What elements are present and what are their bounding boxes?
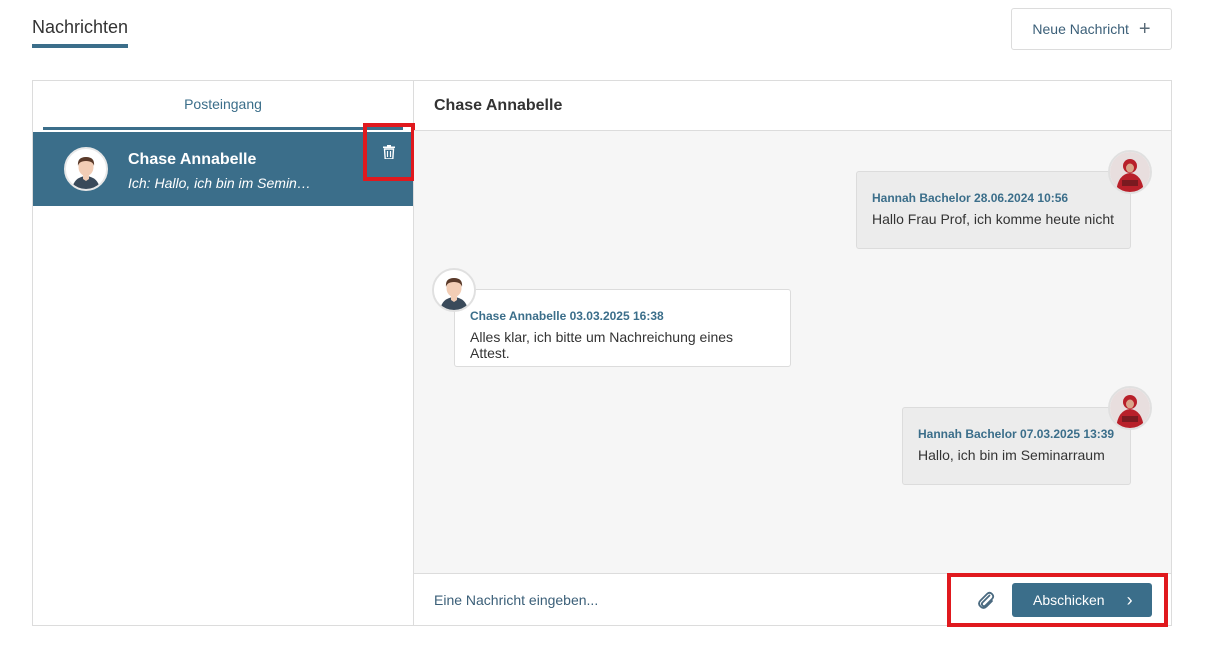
message-meta: Chase Annabelle 03.03.2025 16:38 — [470, 309, 664, 323]
page-title-underline — [32, 44, 128, 48]
send-label: Abschicken — [1033, 592, 1105, 608]
compose-actions: Abschicken › — [947, 573, 1168, 627]
conversation-item[interactable]: Chase Annabelle Ich: Hallo, ich bin im S… — [33, 132, 413, 206]
new-message-label: Neue Nachricht — [1032, 21, 1129, 37]
message-list: Hannah Bachelor 28.06.2024 10:56 Hallo F… — [414, 131, 1171, 573]
message-meta: Hannah Bachelor 07.03.2025 13:39 — [918, 427, 1115, 441]
user-photo-avatar — [1108, 386, 1152, 430]
message-text: Hallo, ich bin im Seminarraum — [918, 447, 1105, 463]
conversation-preview: Ich: Hallo, ich bin im Semin… — [128, 175, 311, 191]
chat-header-name: Chase Annabelle — [414, 81, 1171, 131]
paperclip-icon — [978, 591, 995, 609]
inbox-panel: Posteingang Chase Annabelle Ich: Hallo, … — [33, 81, 415, 625]
user-photo-avatar — [1108, 150, 1152, 194]
compose-bar: Abschicken › — [414, 573, 1171, 627]
attach-button[interactable] — [975, 589, 997, 611]
page-title: Nachrichten — [32, 17, 129, 37]
chat-panel: Chase Annabelle Hannah Bachelor 28.06.20… — [414, 81, 1171, 627]
message-bubble: Hannah Bachelor 28.06.2024 10:56 Hallo F… — [856, 171, 1131, 249]
male-avatar-icon — [64, 147, 108, 191]
delete-conversation-button[interactable] — [363, 123, 415, 181]
male-avatar-icon — [432, 268, 476, 312]
message-input[interactable] — [434, 584, 934, 616]
plus-icon: + — [1138, 18, 1151, 40]
tab-inbox[interactable]: Posteingang — [43, 81, 403, 130]
message-bubble: Hannah Bachelor 07.03.2025 13:39 Hallo, … — [902, 407, 1131, 485]
chevron-right-icon: › — [1126, 590, 1133, 610]
message-meta: Hannah Bachelor 28.06.2024 10:56 — [872, 191, 1069, 205]
message-text: Alles klar, ich bitte um Nachreichung ei… — [470, 329, 734, 361]
new-message-button[interactable]: Neue Nachricht + — [1011, 8, 1172, 50]
messenger-panel: Posteingang Chase Annabelle Ich: Hallo, … — [32, 80, 1172, 627]
message-text: Hallo Frau Prof, ich komme heute nicht — [872, 211, 1114, 227]
send-button[interactable]: Abschicken › — [1012, 583, 1152, 617]
conversation-name: Chase Annabelle — [128, 151, 257, 168]
trash-icon — [383, 145, 395, 159]
message-bubble: Chase Annabelle 03.03.2025 16:38 Alles k… — [454, 289, 791, 367]
